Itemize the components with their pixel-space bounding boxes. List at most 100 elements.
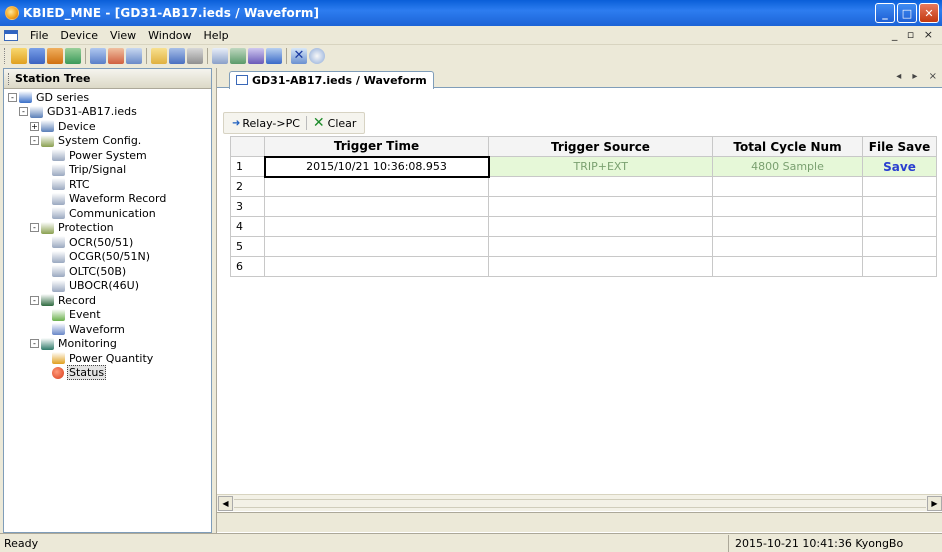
cell-file-save[interactable]: [862, 236, 937, 257]
menu-help[interactable]: Help: [198, 29, 235, 42]
tree-item[interactable]: - System Config.: [4, 134, 211, 149]
menu-device[interactable]: Device: [54, 29, 104, 42]
table-row[interactable]: 4: [230, 216, 937, 237]
disconnect-icon[interactable]: [126, 48, 142, 64]
tree-item[interactable]: Status: [4, 365, 211, 381]
cell-file-save[interactable]: [862, 216, 937, 237]
scroll-left-button[interactable]: ◀: [218, 496, 233, 511]
tree-item[interactable]: Power Quantity: [4, 351, 211, 366]
cell-trigger-time[interactable]: 2015/10/21 10:36:08.953: [263, 155, 490, 178]
cell-total-cycle[interactable]: 4800 Sample: [712, 156, 863, 177]
minimize-button[interactable]: _: [875, 3, 895, 23]
document-tabstrip: GD31-AB17.ieds / Waveform ◂ ▸ ×: [217, 68, 942, 89]
scroll-right-button[interactable]: ▶: [927, 496, 942, 511]
panel-grip[interactable]: [8, 72, 11, 85]
table-row[interactable]: 6: [230, 256, 937, 277]
cell-trigger-time[interactable]: [264, 256, 489, 277]
cell-trigger-time[interactable]: [264, 216, 489, 237]
tree-item[interactable]: OLTC(50B): [4, 264, 211, 279]
tab-waveform[interactable]: GD31-AB17.ieds / Waveform: [229, 71, 434, 89]
scrollbar-track[interactable]: [234, 499, 926, 508]
network-icon[interactable]: [187, 48, 203, 64]
cell-trigger-time[interactable]: [264, 236, 489, 257]
layout-icon[interactable]: [230, 48, 246, 64]
help-icon[interactable]: [309, 48, 325, 64]
expand-icon[interactable]: +: [30, 121, 39, 131]
collapse-icon[interactable]: -: [19, 107, 28, 117]
table-row[interactable]: 2: [230, 176, 937, 197]
table-row[interactable]: 5: [230, 236, 937, 257]
tree-item[interactable]: Waveform: [4, 322, 211, 337]
cell-trigger-time[interactable]: [264, 176, 489, 197]
tree-item[interactable]: - GD31-AB17.ieds: [4, 105, 211, 120]
column-header-trigger-source[interactable]: Trigger Source: [488, 136, 713, 157]
cell-trigger-source[interactable]: [488, 176, 713, 197]
cell-total-cycle[interactable]: [712, 256, 863, 277]
tree-item[interactable]: OCGR(50/51N): [4, 250, 211, 265]
menu-window[interactable]: Window: [142, 29, 197, 42]
cell-trigger-source[interactable]: [488, 256, 713, 277]
toolbar-separator: [146, 48, 147, 64]
column-header-total-cycle-num[interactable]: Total Cycle Num: [712, 136, 863, 157]
close-icon[interactable]: ✕: [291, 48, 307, 64]
tree-item[interactable]: OCR(50/51): [4, 235, 211, 250]
close-button[interactable]: ✕: [919, 3, 939, 23]
tree-item[interactable]: - Record: [4, 293, 211, 308]
chart-icon[interactable]: [90, 48, 106, 64]
monitor-icon[interactable]: [169, 48, 185, 64]
menu-view[interactable]: View: [104, 29, 142, 42]
cell-total-cycle[interactable]: [712, 216, 863, 237]
clear-button[interactable]: ✕ Clear: [309, 116, 361, 130]
cascade-icon[interactable]: [266, 48, 282, 64]
cell-trigger-time[interactable]: [264, 196, 489, 217]
toolbar-grip[interactable]: [4, 48, 7, 64]
tree-item[interactable]: - Protection: [4, 221, 211, 236]
tree-item[interactable]: - Monitoring: [4, 337, 211, 352]
collapse-icon[interactable]: -: [30, 339, 39, 349]
bar-chart-icon: [52, 352, 65, 365]
cell-file-save[interactable]: [862, 256, 937, 277]
save-link[interactable]: Save: [862, 156, 937, 177]
mdi-controls[interactable]: _ ▫ ×: [892, 28, 936, 41]
tree-item[interactable]: Communication: [4, 206, 211, 221]
mdi-window-icon[interactable]: [4, 29, 18, 41]
window-icon[interactable]: [212, 48, 228, 64]
tree-item[interactable]: Power System: [4, 148, 211, 163]
save-icon[interactable]: [29, 48, 45, 64]
tree-item[interactable]: + Device: [4, 119, 211, 134]
cell-trigger-source[interactable]: [488, 216, 713, 237]
column-header-trigger-time[interactable]: Trigger Time: [264, 136, 489, 157]
tree-item[interactable]: Waveform Record: [4, 192, 211, 207]
connect-icon[interactable]: [108, 48, 124, 64]
table-row[interactable]: 3: [230, 196, 937, 217]
tile-icon[interactable]: [248, 48, 264, 64]
tree-item[interactable]: Trip/Signal: [4, 163, 211, 178]
tab-navigation[interactable]: ◂ ▸ ×: [896, 71, 941, 82]
cell-total-cycle[interactable]: [712, 196, 863, 217]
tree-item[interactable]: RTC: [4, 177, 211, 192]
cell-total-cycle[interactable]: [712, 176, 863, 197]
cell-trigger-source[interactable]: TRIP+EXT: [488, 156, 713, 177]
cell-trigger-source[interactable]: [488, 236, 713, 257]
tree-item[interactable]: - GD series: [4, 90, 211, 105]
tree-item[interactable]: UBOCR(46U): [4, 279, 211, 294]
cell-total-cycle[interactable]: [712, 236, 863, 257]
column-header-file-save[interactable]: File Save: [862, 136, 937, 157]
tree-item[interactable]: Event: [4, 308, 211, 323]
relay-to-pc-button[interactable]: ➜ Relay->PC: [228, 117, 304, 130]
cut-icon[interactable]: [47, 48, 63, 64]
collapse-icon[interactable]: -: [30, 136, 39, 146]
menu-file[interactable]: File: [24, 29, 54, 42]
horizontal-scrollbar[interactable]: ◀ ▶: [217, 494, 942, 511]
collapse-icon[interactable]: -: [8, 92, 17, 102]
collapse-icon[interactable]: -: [30, 295, 39, 305]
open-folder-icon[interactable]: [11, 48, 27, 64]
collapse-icon[interactable]: -: [30, 223, 39, 233]
cell-file-save[interactable]: [862, 176, 937, 197]
cell-trigger-source[interactable]: [488, 196, 713, 217]
table-row[interactable]: 1 2015/10/21 10:36:08.953 TRIP+EXT 4800 Sam…: [230, 155, 937, 178]
cell-file-save[interactable]: [862, 196, 937, 217]
export-icon[interactable]: [151, 48, 167, 64]
maximize-button[interactable]: □: [897, 3, 917, 23]
copy-icon[interactable]: [65, 48, 81, 64]
